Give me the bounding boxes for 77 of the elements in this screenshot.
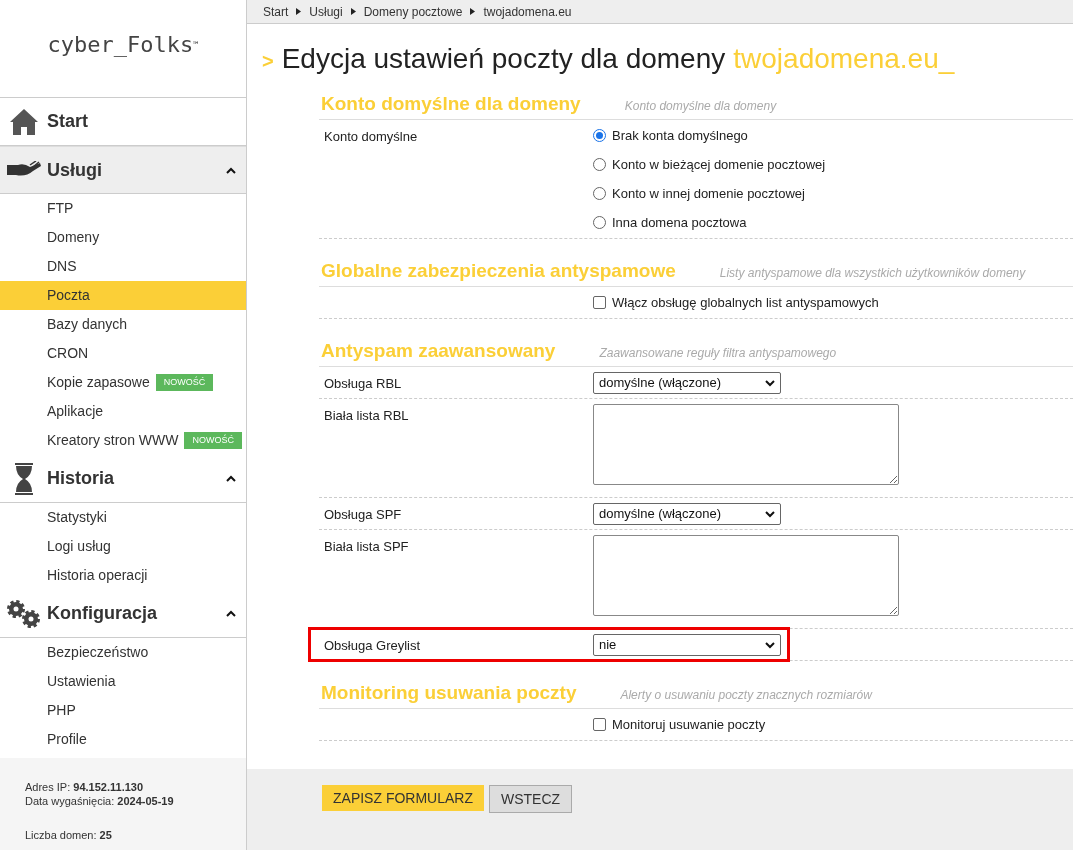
section-hint: Alerty o usuwaniu poczty znacznych rozmiarów <box>620 687 872 704</box>
title-prompt: > <box>262 49 274 74</box>
checkbox[interactable] <box>593 718 606 731</box>
caret-icon <box>226 166 236 174</box>
field-label: Biała lista RBL <box>324 408 409 423</box>
nav-group-label: Usługi <box>47 158 103 182</box>
account-info: Liczba domen: 25 <box>25 828 113 842</box>
logo[interactable]: cyber_Folks$^{™}$ <box>47 28 199 61</box>
caret-icon <box>226 475 236 482</box>
section-hint: Zaawansowane reguły filtra antyspamowego <box>599 345 837 362</box>
nav-group-header[interactable]: Konfiguracja <box>0 590 246 638</box>
nav-item[interactable]: Statystyki <box>0 503 246 532</box>
chevron-icon <box>765 379 775 387</box>
account-info: Adres IP: 94.152.11.130 <box>25 780 145 794</box>
nav-item[interactable]: CRON <box>0 339 246 368</box>
gears-icon <box>6 598 42 629</box>
nav-group-header[interactable]: Historia <box>0 455 246 503</box>
nav-item[interactable]: DNS <box>0 252 246 281</box>
nav-item[interactable]: Kopie zapasowe NOWOŚĆ <box>0 368 246 397</box>
checkbox-label: Monitoruj usuwanie poczty <box>612 715 766 734</box>
section-title: Monitoring usuwania poczty <box>321 681 577 705</box>
nav-item[interactable]: Bezpieczeństwo <box>0 638 246 667</box>
section-title: Antyspam zaawansowany <box>321 339 556 363</box>
field-label: Biała lista SPF <box>324 539 409 554</box>
text-area[interactable] <box>593 535 899 616</box>
caret-icon <box>226 610 236 617</box>
checkbox-label: Włącz obsługę globalnych list antyspamowych <box>612 293 879 312</box>
account-info: Data wygaśnięcia: 2024-05-19 <box>25 794 175 808</box>
new-badge: NOWOŚĆ <box>155 373 214 392</box>
new-badge: NOWOŚĆ <box>184 431 242 450</box>
back-button[interactable]: WSTECZ <box>489 785 573 813</box>
field-label: Obsługa SPF <box>324 507 402 522</box>
nav-item[interactable]: Ustawienia <box>0 667 246 696</box>
text-area[interactable] <box>593 404 899 485</box>
field-label: Obsługa RBL <box>324 376 402 391</box>
section-hint: Konto domyślne dla domeny <box>624 98 777 115</box>
select-field[interactable]: domyślne (włączone) <box>593 372 781 394</box>
chevron-icon <box>296 8 302 15</box>
chevron-icon <box>765 641 775 649</box>
breadcrumb-link[interactable]: twojadomena.eu <box>483 2 572 21</box>
radio-label: Konto w bieżącej domenie pocztowej <box>612 155 826 174</box>
radio-label: Inna domena pocztowa <box>612 213 747 232</box>
field-label: Obsługa Greylist <box>324 638 421 653</box>
nav-item[interactable]: Domeny <box>0 223 246 252</box>
section-hint: Listy antyspamowe dla wszystkich użytkowników domeny <box>719 265 1026 282</box>
section-title: Globalne zabezpieczenia antyspamowe <box>321 259 676 283</box>
radio-label: Konto w innej domenie pocztowej <box>612 184 805 203</box>
select-field[interactable]: nie <box>593 634 781 656</box>
page-title: Edycja ustawień poczty dla domeny <box>281 42 726 76</box>
hourglass-icon <box>14 462 34 495</box>
nav-item[interactable]: Poczta <box>0 281 246 310</box>
nav-group-label: Konfiguracja <box>47 602 158 625</box>
nav-item[interactable]: FTP <box>0 194 246 223</box>
breadcrumb-link[interactable]: Domeny pocztowe <box>363 2 463 21</box>
radio-label: Brak konta domyślnego <box>612 126 748 145</box>
nav-item[interactable]: Kreatory stron WWW NOWOŚĆ <box>0 426 246 455</box>
domain-name: twojadomena.eu_ <box>733 42 955 76</box>
field-label: Konto domyślne <box>324 129 418 144</box>
house-icon <box>9 107 39 136</box>
nav-item[interactable]: PHP <box>0 696 246 725</box>
chevron-icon <box>350 8 356 15</box>
save-button[interactable]: ZAPISZ FORMULARZ <box>322 785 484 811</box>
nav-item[interactable]: Historia operacji <box>0 561 246 590</box>
nav-item[interactable]: Profile <box>0 725 246 754</box>
breadcrumb-link[interactable]: Usługi <box>309 2 343 21</box>
chevron-icon <box>470 8 476 15</box>
nav-item[interactable]: Aplikacje <box>0 397 246 426</box>
nav-group-label: Start <box>47 110 89 133</box>
nav-item[interactable]: Bazy danych <box>0 310 246 339</box>
section-title: Konto domyślne dla domeny <box>321 92 581 116</box>
breadcrumb-link[interactable]: Start <box>263 2 289 21</box>
select-field[interactable]: domyślne (włączone) <box>593 503 781 525</box>
chevron-icon <box>765 510 775 518</box>
checkbox[interactable] <box>593 296 606 309</box>
nav-group-header[interactable]: Usługi <box>0 146 246 194</box>
nav-group-label: Historia <box>47 467 116 490</box>
nav-item[interactable]: Logi usług <box>0 532 246 561</box>
